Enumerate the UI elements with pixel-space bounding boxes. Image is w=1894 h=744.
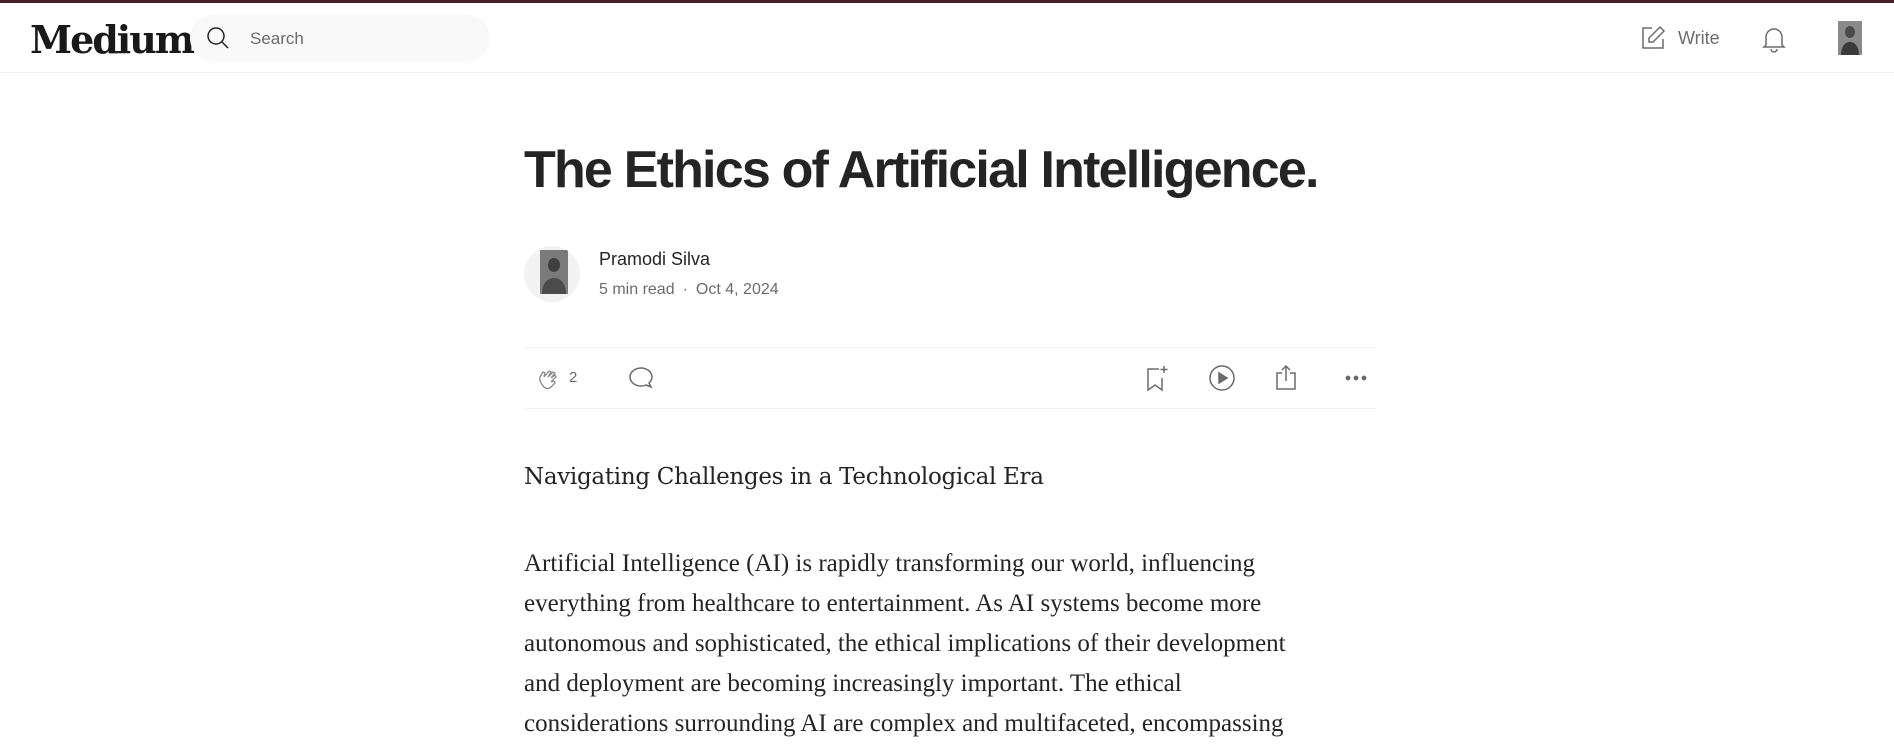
write-icon [1640, 25, 1666, 51]
clap-count: 2 [569, 369, 578, 386]
share-icon[interactable] [1273, 363, 1299, 391]
article-subtitle: Navigating Challenges in a Technological… [524, 464, 1044, 490]
user-avatar[interactable] [1838, 21, 1862, 55]
article-body: Artificial Intelligence (AI) is rapidly … [524, 544, 1394, 744]
search-input[interactable]: Search [250, 29, 304, 49]
body-line: Artificial Intelligence (AI) is rapidly … [524, 550, 1256, 577]
author-name[interactable]: Pramodi Silva [599, 249, 710, 270]
author-avatar[interactable] [524, 246, 580, 302]
body-line: considerations surrounding AI are comple… [524, 710, 1284, 737]
article-title: The Ethics of Artificial Intelligence. [524, 141, 1319, 199]
article-meta: 5 min read · Oct 4, 2024 [599, 281, 779, 299]
search-icon [206, 26, 230, 50]
clap-icon[interactable] [536, 365, 562, 391]
top-navbar: Medium Search Write [0, 3, 1894, 73]
body-line: and deployment are becoming increasingly… [524, 670, 1182, 697]
play-icon[interactable] [1208, 364, 1236, 392]
comment-icon[interactable] [628, 365, 654, 391]
meta-separator: · [682, 281, 688, 298]
read-time: 5 min read [599, 281, 675, 298]
body-line: everything from healthcare to entertainm… [524, 590, 1262, 617]
write-label: Write [1678, 27, 1720, 48]
body-line: autonomous and sophisticated, the ethica… [524, 630, 1286, 657]
search-bar[interactable]: Search [190, 14, 490, 62]
bookmark-add-icon[interactable] [1144, 364, 1170, 392]
publish-date: Oct 4, 2024 [695, 281, 779, 298]
bell-icon[interactable] [1761, 25, 1787, 53]
medium-logo[interactable]: Medium [30, 17, 195, 62]
article-action-bar: 2 [524, 347, 1376, 409]
more-icon[interactable] [1342, 364, 1370, 392]
write-button[interactable]: Write [1640, 25, 1720, 51]
